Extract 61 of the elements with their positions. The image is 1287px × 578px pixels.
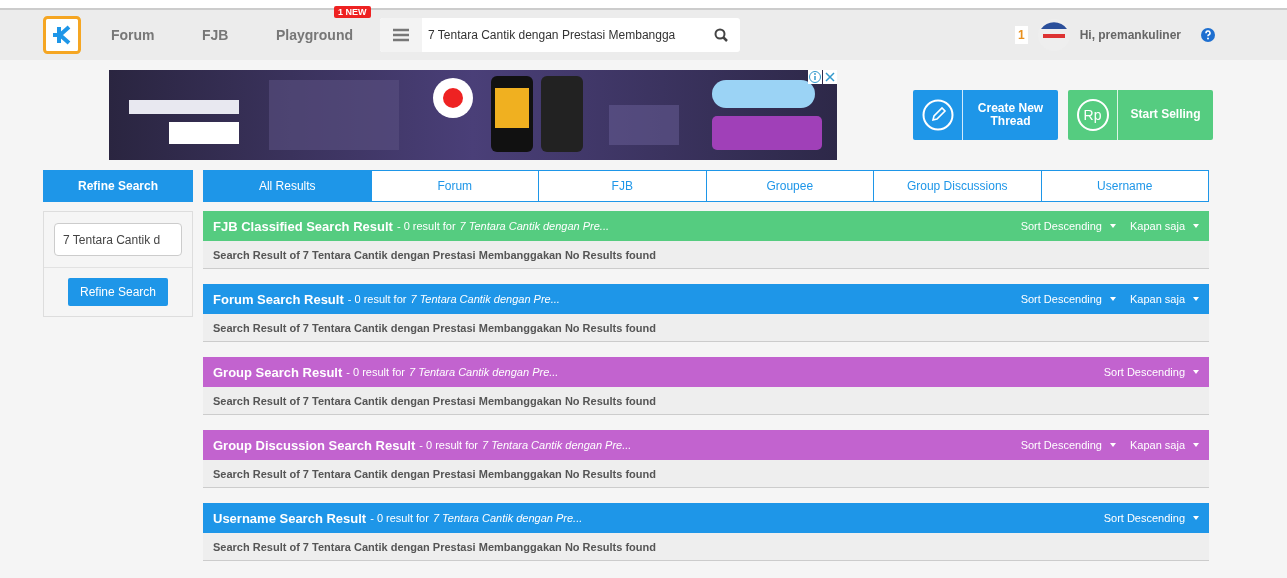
caret-icon bbox=[1193, 370, 1199, 374]
time-dropdown[interactable]: Kapan saja bbox=[1129, 220, 1199, 232]
caret-icon bbox=[1193, 443, 1199, 447]
tab[interactable]: Username bbox=[1040, 171, 1208, 201]
create-thread-button[interactable]: Create New Thread bbox=[913, 90, 1058, 140]
caret-icon bbox=[1193, 516, 1199, 520]
result-count: - 0 result for bbox=[419, 439, 478, 451]
result-count: - 0 result for bbox=[347, 293, 407, 305]
search-query: 7 Tentara Cantik dengan Pre... bbox=[409, 366, 559, 378]
search-query: 7 Tentara Cantik dengan Pre... bbox=[432, 512, 583, 524]
user-greeting[interactable]: Hi, premankuliner bbox=[1079, 28, 1181, 42]
tab[interactable]: FJB bbox=[538, 171, 706, 201]
result-message: Search Result of 7 Tentara Cantik dengan Prestasi Membanggakan No Results found bbox=[203, 241, 1209, 269]
search-field[interactable]: 7 Tentara Cantik dengan Prestasi Membangga bbox=[380, 18, 740, 52]
notification-count[interactable]: 1 bbox=[1014, 26, 1028, 44]
sort-dropdown[interactable]: Sort Descending bbox=[1020, 439, 1116, 451]
result-message: Search Result of 7 Tentara Cantik dengan Prestasi Membanggakan No Results found bbox=[203, 460, 1209, 488]
search-query: 7 Tentara Cantik dengan Pre... bbox=[410, 293, 560, 305]
nav-link[interactable]: Forum bbox=[111, 27, 155, 43]
caret-icon bbox=[1109, 443, 1116, 447]
tab[interactable]: Groupee bbox=[705, 171, 873, 201]
sort-dropdown[interactable]: Sort Descending bbox=[1103, 366, 1199, 378]
start-selling-button[interactable]: Rp Start Selling bbox=[1068, 90, 1213, 140]
tab[interactable]: All Results bbox=[204, 171, 371, 201]
new-badge: 1 NEW bbox=[334, 6, 371, 18]
section-title: Group Discussion Search Result bbox=[213, 437, 416, 453]
caret-icon bbox=[1109, 297, 1116, 301]
result-message: Search Result of 7 Tentara Cantik dengan Prestasi Membanggakan No Results found bbox=[203, 387, 1209, 415]
tab[interactable]: Forum bbox=[370, 171, 538, 201]
sidebar-title: Refine Search bbox=[43, 170, 193, 202]
nav-link[interactable]: FJB bbox=[202, 27, 229, 43]
info-icon[interactable] bbox=[808, 70, 822, 84]
sort-dropdown[interactable]: Sort Descending bbox=[1103, 512, 1199, 524]
tab[interactable]: Group Discussions bbox=[873, 171, 1041, 201]
section-title: FJB Classified Search Result bbox=[213, 218, 393, 234]
rupiah-icon: Rp bbox=[1076, 99, 1109, 131]
result-message: Search Result of 7 Tentara Cantik dengan Prestasi Membanggakan No Results found bbox=[203, 314, 1209, 342]
result-message: Search Result of 7 Tentara Cantik dengan Prestasi Membanggakan No Results found bbox=[203, 533, 1209, 561]
result-count: - 0 result for bbox=[370, 512, 429, 524]
logo-icon[interactable] bbox=[43, 16, 81, 54]
time-dropdown[interactable]: Kapan saja bbox=[1129, 439, 1199, 451]
pencil-icon bbox=[921, 99, 954, 131]
section-title: Username Search Result bbox=[213, 510, 367, 526]
search-query: 7 Tentara Cantik dengan Pre... bbox=[481, 439, 632, 451]
time-dropdown[interactable]: Kapan saja bbox=[1129, 293, 1199, 305]
result-count: - 0 result for bbox=[346, 366, 405, 378]
menu-icon[interactable] bbox=[380, 18, 422, 52]
caret-icon bbox=[1193, 224, 1199, 228]
search-query: 7 Tentara Cantik dengan Pre... bbox=[459, 220, 609, 232]
nav-link[interactable]: Playground bbox=[276, 27, 353, 43]
sort-dropdown[interactable]: Sort Descending bbox=[1020, 220, 1116, 232]
sort-dropdown[interactable]: Sort Descending bbox=[1020, 293, 1116, 305]
close-icon[interactable] bbox=[823, 70, 837, 84]
caret-icon bbox=[1193, 297, 1199, 301]
result-count: - 0 result for bbox=[396, 220, 456, 232]
caret-icon bbox=[1109, 224, 1116, 228]
section-title: Group Search Result bbox=[213, 364, 343, 380]
refine-search-button[interactable]: Refine Search bbox=[67, 278, 168, 306]
help-icon[interactable] bbox=[1201, 28, 1215, 42]
section-title: Forum Search Result bbox=[213, 291, 344, 307]
refine-search-field[interactable]: 7 Tentara Cantik d bbox=[54, 223, 182, 256]
